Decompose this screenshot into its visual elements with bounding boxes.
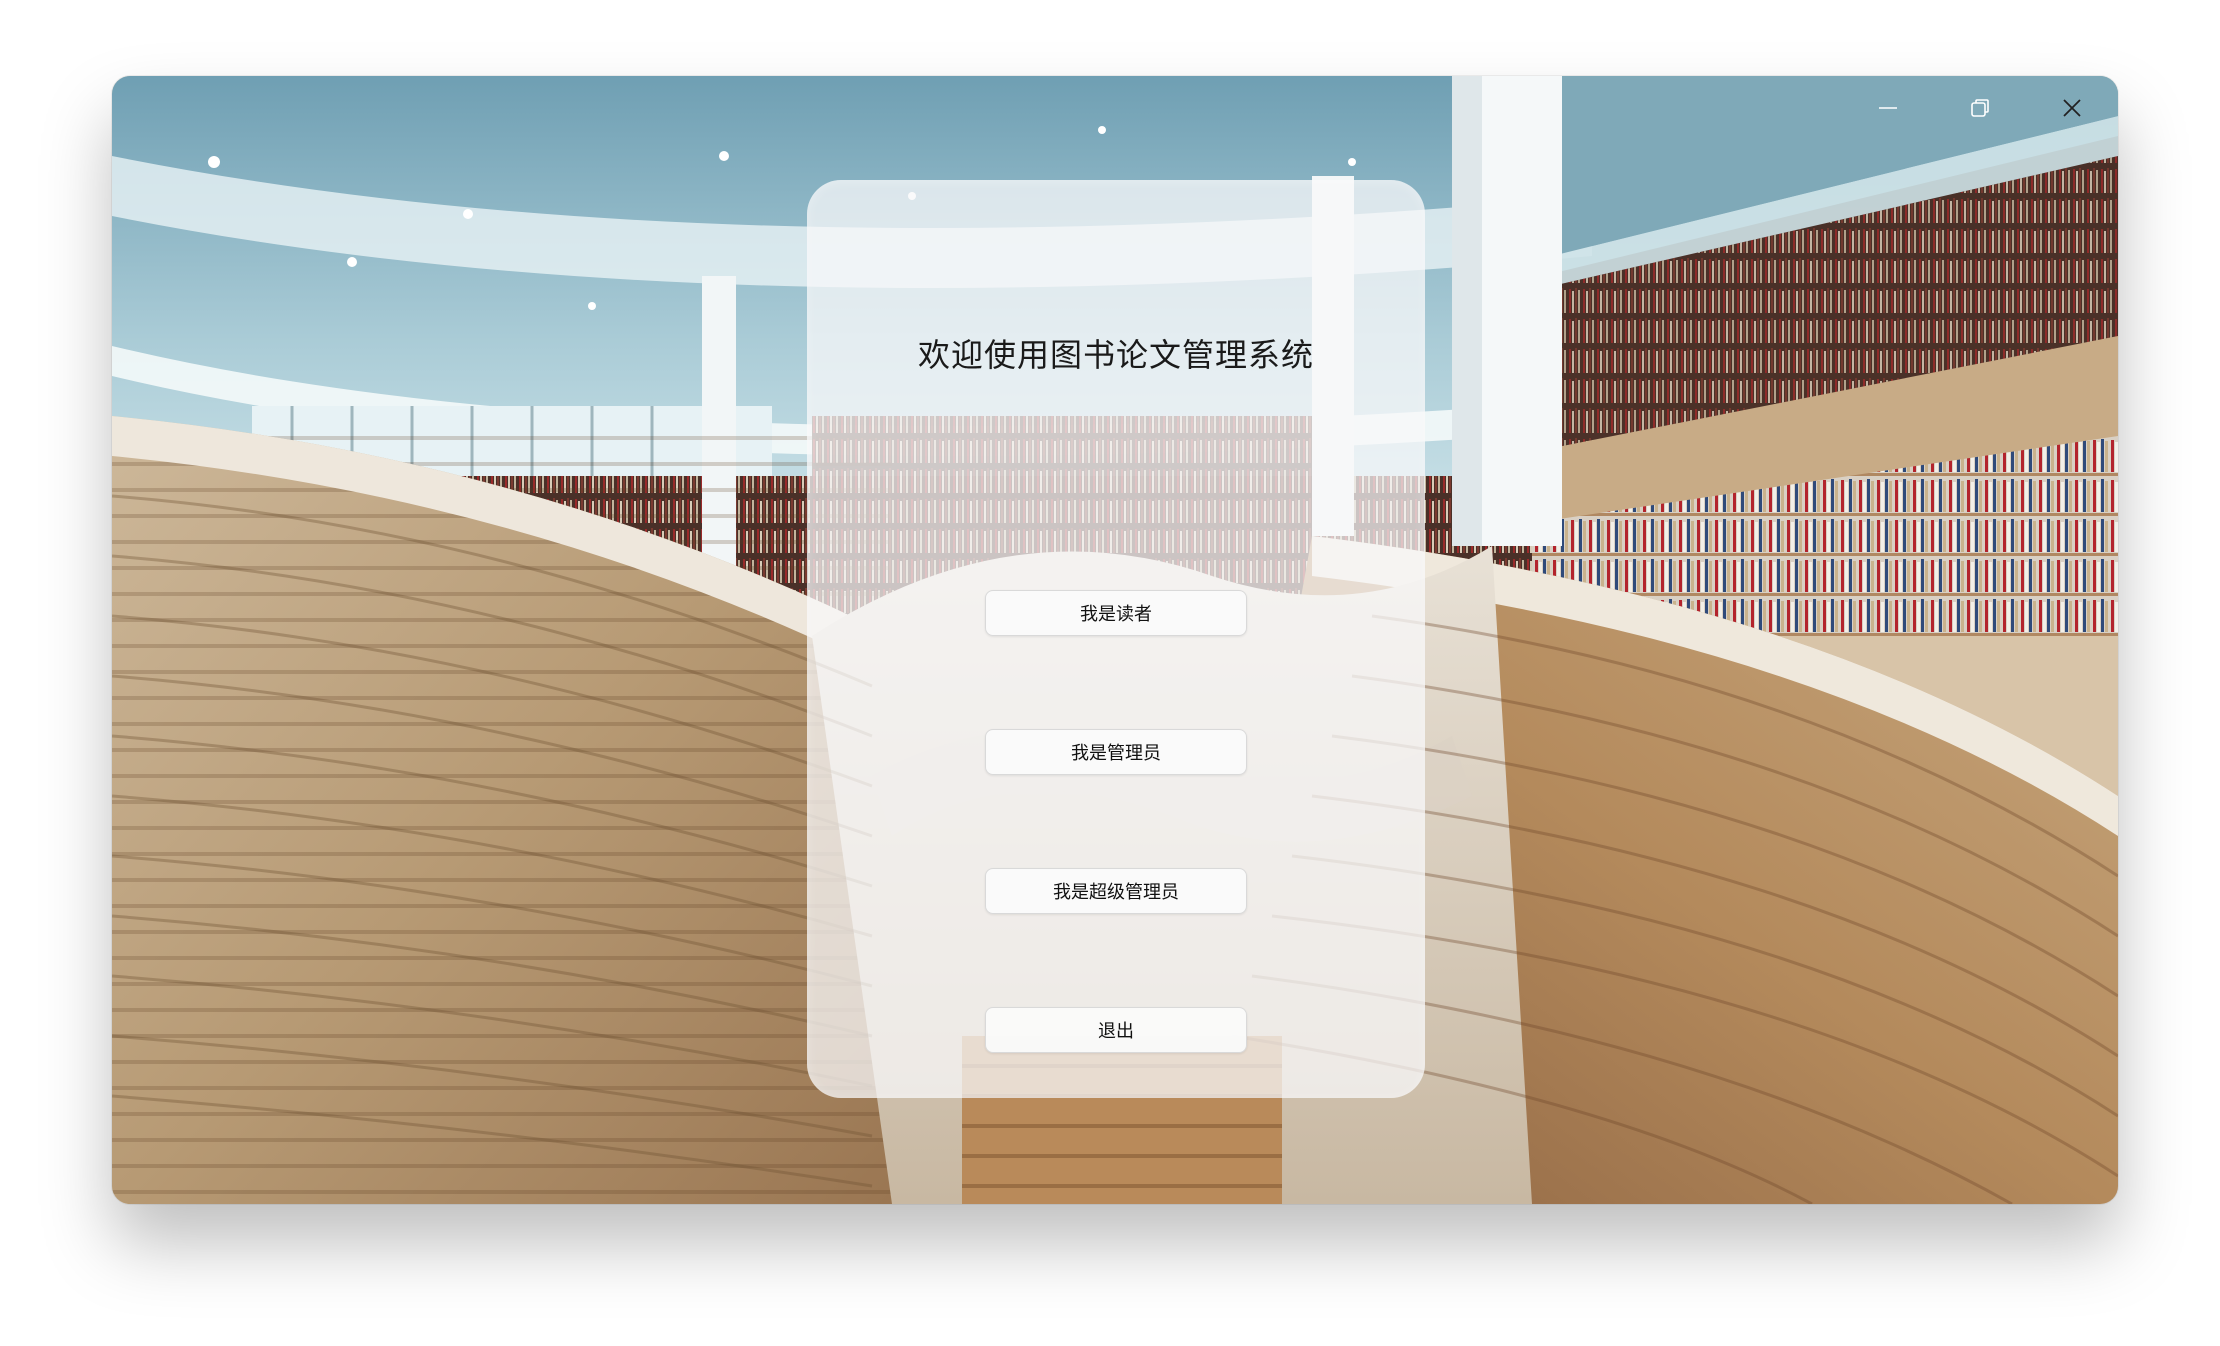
minimize-button[interactable] (1842, 76, 1934, 140)
close-button[interactable] (2026, 76, 2118, 140)
app-window: 欢迎使用图书论文管理系统 我是读者 我是管理员 我是超级管理员 退出 (112, 76, 2118, 1204)
admin-button[interactable]: 我是管理员 (985, 729, 1247, 775)
close-icon (2061, 97, 2083, 119)
exit-button[interactable]: 退出 (985, 1007, 1247, 1053)
page-title: 欢迎使用图书论文管理系统 (917, 336, 1314, 374)
reader-button[interactable]: 我是读者 (985, 590, 1247, 636)
minimize-icon (1877, 97, 1899, 119)
super-admin-button[interactable]: 我是超级管理员 (985, 868, 1247, 914)
restore-button[interactable] (1934, 76, 2026, 140)
login-panel: 欢迎使用图书论文管理系统 我是读者 我是管理员 我是超级管理员 退出 (807, 180, 1425, 1098)
restore-icon (1969, 97, 1991, 119)
window-controls (1842, 76, 2118, 140)
